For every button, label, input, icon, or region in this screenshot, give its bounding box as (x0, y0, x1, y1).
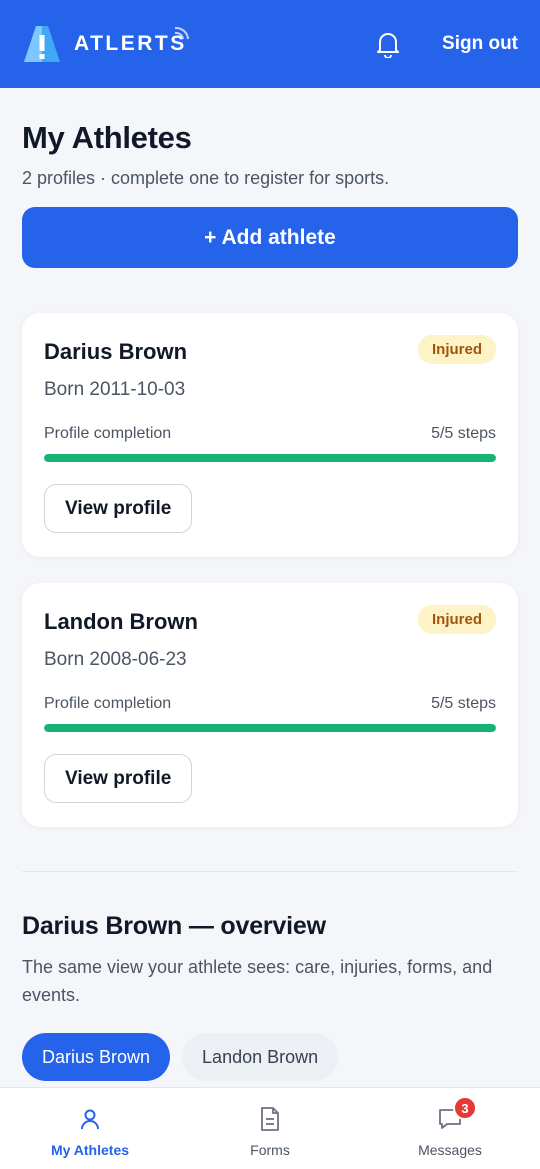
chat-bubble-icon: 3 (437, 1096, 477, 1132)
bottom-nav: My Athletes Forms 3 Messages (0, 1087, 540, 1169)
nav-item-forms[interactable]: Forms (180, 1088, 360, 1169)
progress-bar-fill (44, 724, 496, 732)
nav-item-my-athletes[interactable]: My Athletes (0, 1088, 180, 1169)
page-subtitle: 2 profiles · complete one to register fo… (22, 168, 390, 188)
bell-icon[interactable] (374, 29, 402, 59)
progress-value: 5/5 steps (431, 695, 496, 712)
page-title: My Athletes (22, 120, 192, 155)
athlete-selector: Darius Brown Landon Brown (22, 1033, 518, 1081)
brand-name: ATLERTS (74, 32, 187, 55)
atlerts-logo-icon (22, 24, 62, 64)
athlete-birthdate: Born 2011-10-03 (44, 379, 186, 400)
athlete-birthdate: Born 2008-06-23 (44, 649, 187, 670)
section-divider (22, 871, 518, 872)
athlete-pill-landon[interactable]: Landon Brown (182, 1033, 339, 1081)
overview-subtitle: The same view your athlete sees: care, i… (22, 957, 493, 1005)
person-icon (77, 1106, 103, 1132)
progress-label: Profile completion (44, 425, 172, 442)
overview-title: Darius Brown — overview (22, 912, 326, 940)
status-badge: Injured (417, 605, 496, 634)
nav-label: My Athletes (50, 1142, 130, 1158)
app-header: ATLERTS Sign out (0, 0, 540, 88)
progress-bar (44, 454, 496, 462)
progress-bar (44, 724, 496, 732)
nav-label: Forms (250, 1142, 290, 1158)
brand[interactable]: ATLERTS (22, 24, 189, 64)
progress-bar-fill (44, 454, 496, 462)
athlete-card: Darius Brown Injured Born 2011-10-03 Pro… (22, 313, 518, 557)
view-profile-button[interactable]: View profile (44, 484, 193, 533)
add-athlete-button[interactable]: + Add athlete (22, 207, 518, 268)
athlete-card: Landon Brown Injured Born 2008-06-23 Pro… (22, 583, 518, 827)
main-content: My Athletes 2 profiles · complete one to… (22, 88, 518, 1081)
notification-badge: 3 (453, 1096, 477, 1120)
nav-item-messages[interactable]: 3 Messages (360, 1088, 540, 1169)
progress-label: Profile completion (44, 695, 172, 712)
sign-out-button[interactable]: Sign out (442, 33, 518, 55)
signal-icon (172, 24, 192, 49)
status-badge: Injured (417, 335, 496, 364)
athlete-pill-darius[interactable]: Darius Brown (22, 1033, 171, 1081)
progress-value: 5/5 steps (431, 425, 496, 442)
view-profile-button[interactable]: View profile (44, 754, 193, 803)
document-icon (257, 1106, 283, 1132)
nav-label: Messages (418, 1142, 482, 1158)
